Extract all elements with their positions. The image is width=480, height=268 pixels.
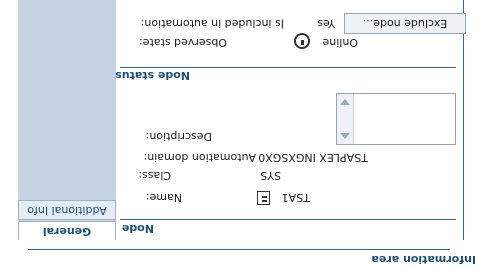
content-border — [463, 0, 464, 240]
automation-included-label: Is included in automation: — [140, 17, 284, 30]
description-scrollbar[interactable] — [337, 94, 354, 144]
observed-state-label: Observed state: — [139, 36, 227, 49]
automation-domain-value: TSAPLEX INGXSGX0 — [258, 151, 368, 164]
automation-domain-label: Automation domain: — [143, 151, 256, 164]
description-label: Description: — [145, 130, 212, 143]
node-section-divider — [120, 219, 456, 220]
class-label: Class: — [138, 169, 171, 182]
class-value: SYS — [260, 169, 281, 182]
scroll-down-arrow-icon[interactable] — [340, 99, 350, 105]
tab-additional-info[interactable]: Additional Info — [18, 200, 116, 220]
information-area-panel: Information area General Additional Info… — [0, 0, 480, 268]
information-area-title: Information area — [371, 253, 476, 266]
name-value: TSA1 — [281, 191, 310, 204]
node-status-section-title: Node status — [115, 69, 190, 82]
tab-additional-info-label: Additional Info — [27, 204, 107, 217]
tab-general-label: General — [42, 225, 92, 238]
online-status-icon — [294, 33, 310, 49]
title-divider — [28, 249, 450, 250]
tab-general[interactable]: General — [18, 221, 116, 240]
scroll-up-arrow-icon[interactable] — [340, 133, 350, 139]
observed-state-value: Online — [322, 36, 358, 49]
server-node-icon — [257, 191, 270, 205]
node-status-divider — [120, 67, 456, 68]
node-section-title: Node — [121, 222, 154, 235]
name-label: Name: — [145, 191, 182, 204]
automation-included-value: Yes — [317, 17, 335, 30]
description-textarea[interactable] — [336, 93, 456, 145]
exclude-node-button[interactable]: Exclude node... — [344, 13, 466, 34]
